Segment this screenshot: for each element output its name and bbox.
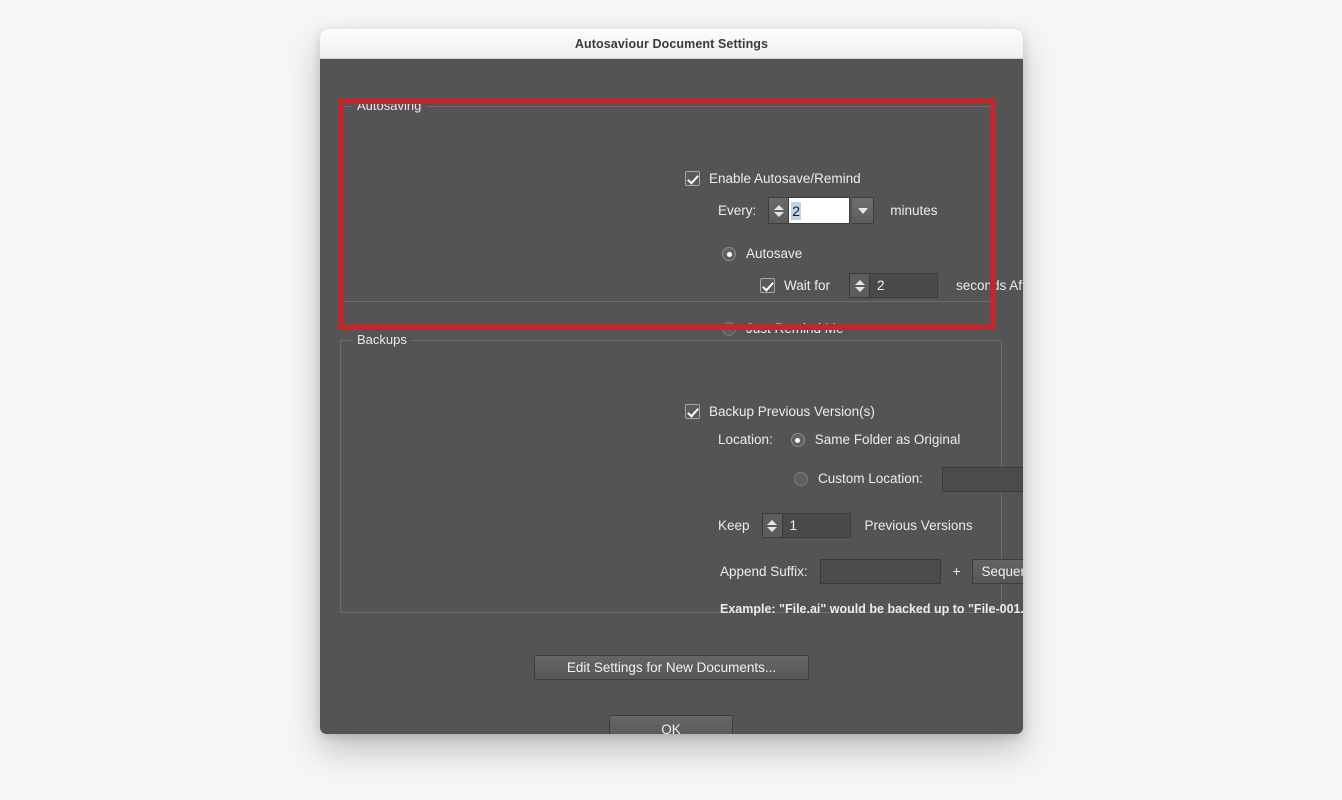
custom-location-label: Custom Location: <box>818 471 924 487</box>
dialog-body: Autosaving Enable Autosave/Remind Every:… <box>320 59 1023 734</box>
stepper-down-icon[interactable] <box>767 526 778 532</box>
custom-location-input[interactable] <box>942 466 1023 492</box>
location-label: Location: <box>718 432 773 448</box>
same-folder-label: Same Folder as Original <box>814 432 961 448</box>
keep-versions-spinner[interactable]: 1 <box>761 513 851 538</box>
stepper-up-icon[interactable] <box>854 279 865 285</box>
stepper-down-icon[interactable] <box>854 286 865 292</box>
same-folder-radio[interactable] <box>790 433 805 447</box>
keep-versions-value[interactable]: 1 <box>783 514 850 537</box>
wait-seconds-stepper[interactable] <box>850 274 871 297</box>
wait-for-checkbox[interactable] <box>760 278 775 293</box>
wait-for-suffix-label: seconds After I Make a Change <box>956 277 1023 293</box>
backup-previous-versions-checkbox[interactable] <box>685 404 700 419</box>
ok-button[interactable]: OK <box>609 715 733 734</box>
append-suffix-label: Append Suffix: <box>720 563 808 579</box>
every-minutes-combo-spinner[interactable]: 2 <box>768 197 875 224</box>
every-interval-row: Every: 2 minutes <box>718 197 938 224</box>
wait-for-label: Wait for <box>784 277 831 293</box>
plus-separator-label: + <box>952 563 961 579</box>
keep-versions-row: Keep 1 Previous Versions <box>718 513 973 538</box>
enable-autosave-remind-checkbox-row[interactable]: Enable Autosave/Remind <box>685 171 861 186</box>
wait-seconds-spinner[interactable]: 2 <box>849 273 939 298</box>
autosaviour-settings-dialog: Autosaviour Document Settings Autosaving… <box>320 29 1023 734</box>
autosave-radio[interactable] <box>722 247 736 261</box>
every-label: Every: <box>718 202 757 218</box>
keep-versions-stepper[interactable] <box>762 514 783 537</box>
append-suffix-row: Append Suffix: + Sequential Numbering <box>720 559 1023 584</box>
numbering-scheme-dropdown[interactable]: Sequential Numbering <box>972 559 1023 584</box>
custom-location-row: Custom Location: Browse... <box>794 466 1023 492</box>
every-minutes-stepper[interactable] <box>768 197 789 224</box>
stepper-up-icon[interactable] <box>767 519 778 525</box>
just-remind-me-radio-row[interactable]: Just Remind Me <box>722 322 844 336</box>
previous-versions-label: Previous Versions <box>864 517 973 533</box>
dialog-title-bar: Autosaviour Document Settings <box>320 29 1023 59</box>
autosave-radio-label: Autosave <box>746 246 803 262</box>
dialog-title: Autosaviour Document Settings <box>574 36 769 51</box>
numbering-scheme-value: Sequential Numbering <box>981 564 1023 579</box>
append-suffix-input[interactable] <box>819 559 941 584</box>
backup-previous-versions-label: Backup Previous Version(s) <box>709 403 875 419</box>
every-minutes-dropdown-button[interactable] <box>852 197 875 224</box>
example-text-row: Example: "File.ai" would be backed up to… <box>720 603 1023 616</box>
every-minutes-input[interactable]: 2 <box>788 197 851 224</box>
stepper-down-icon[interactable] <box>773 211 784 217</box>
just-remind-me-radio[interactable] <box>722 322 736 336</box>
autosave-radio-row[interactable]: Autosave <box>722 247 802 261</box>
enable-autosave-remind-label: Enable Autosave/Remind <box>709 170 861 186</box>
stepper-up-icon[interactable] <box>773 204 784 210</box>
custom-location-radio[interactable] <box>794 472 808 486</box>
autosaving-group-title: Autosaving <box>352 98 427 113</box>
minutes-label: minutes <box>890 202 938 218</box>
backup-previous-versions-row[interactable]: Backup Previous Version(s) <box>685 404 875 419</box>
edit-settings-for-new-documents-button[interactable]: Edit Settings for New Documents... <box>534 655 809 680</box>
chevron-down-icon <box>857 207 868 214</box>
wait-for-row: Wait for 2 seconds After I Make a Change <box>760 273 1023 298</box>
enable-autosave-remind-checkbox[interactable] <box>685 171 700 186</box>
just-remind-me-label: Just Remind Me <box>746 321 844 337</box>
backup-example-text: Example: "File.ai" would be backed up to… <box>720 602 1023 616</box>
keep-label: Keep <box>718 517 750 533</box>
wait-seconds-value[interactable]: 2 <box>870 274 937 297</box>
location-same-folder-row[interactable]: Location: Same Folder as Original <box>718 433 960 447</box>
every-minutes-value: 2 <box>791 201 802 220</box>
backups-group-title: Backups <box>352 332 412 347</box>
